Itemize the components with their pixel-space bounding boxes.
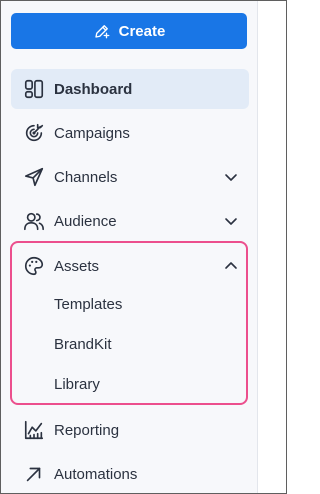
subnav-item-library[interactable]: Library (54, 376, 100, 393)
chevron-down-icon[interactable] (223, 213, 239, 229)
nav-label-assets: Assets (54, 257, 100, 275)
target-icon (23, 122, 45, 144)
nav-label-dashboard: Dashboard (54, 80, 133, 98)
chevron-down-icon[interactable] (223, 169, 239, 185)
nav-item-automations[interactable]: Automations (11, 454, 249, 493)
nav-item-assets[interactable]: Assets (11, 246, 249, 286)
nav-item-channels[interactable]: Channels (11, 157, 249, 197)
palette-icon (23, 255, 45, 277)
dashboard-icon (23, 78, 45, 100)
nav-label-reporting: Reporting (54, 421, 120, 439)
create-button-label: Create (118, 22, 166, 40)
nav-label-automations: Automations (54, 465, 138, 483)
nav-label-channels: Channels (54, 168, 118, 186)
pencil-plus-icon (93, 22, 111, 40)
arrow-up-right-icon (23, 463, 45, 485)
chevron-up-icon[interactable] (223, 258, 239, 274)
nav-label-audience: Audience (54, 212, 117, 230)
nav-item-dashboard[interactable]: Dashboard (11, 69, 249, 109)
nav-item-campaigns[interactable]: Campaigns (11, 113, 249, 153)
sidebar: Create Dashboard Campaigns Channels Audi… (1, 1, 258, 493)
chart-icon (23, 419, 45, 441)
subnav-item-templates[interactable]: Templates (54, 296, 122, 313)
nav-item-audience[interactable]: Audience (11, 201, 249, 241)
nav-item-reporting[interactable]: Reporting (11, 410, 249, 450)
subnav-item-brandkit[interactable]: BrandKit (54, 336, 112, 353)
app-frame: Create Dashboard Campaigns Channels Audi… (0, 0, 287, 494)
send-icon (23, 166, 45, 188)
nav-label-campaigns: Campaigns (54, 124, 130, 142)
users-icon (23, 210, 45, 232)
create-button[interactable]: Create (11, 13, 247, 49)
